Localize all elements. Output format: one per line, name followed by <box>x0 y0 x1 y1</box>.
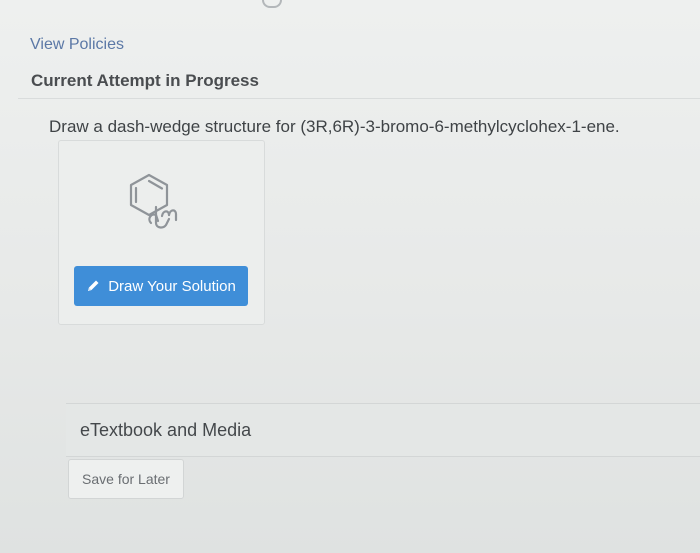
molecule-hand-icon <box>125 171 195 241</box>
draw-your-solution-button[interactable]: Draw Your Solution <box>74 266 248 306</box>
drawing-widget-card: Draw Your Solution <box>58 140 265 325</box>
draw-button-label: Draw Your Solution <box>108 277 236 295</box>
divider <box>18 98 700 99</box>
pencil-icon <box>88 280 99 291</box>
etextbook-media-section[interactable]: eTextbook and Media <box>66 403 700 457</box>
etextbook-label: eTextbook and Media <box>80 420 252 440</box>
save-for-later-button[interactable]: Save for Later <box>68 459 184 499</box>
question-prompt: Draw a dash-wedge structure for (3R,6R)-… <box>49 117 620 136</box>
attempt-status-heading: Current Attempt in Progress <box>31 71 259 90</box>
top-partial-icon <box>262 0 282 8</box>
view-policies-link[interactable]: View Policies <box>30 36 124 54</box>
